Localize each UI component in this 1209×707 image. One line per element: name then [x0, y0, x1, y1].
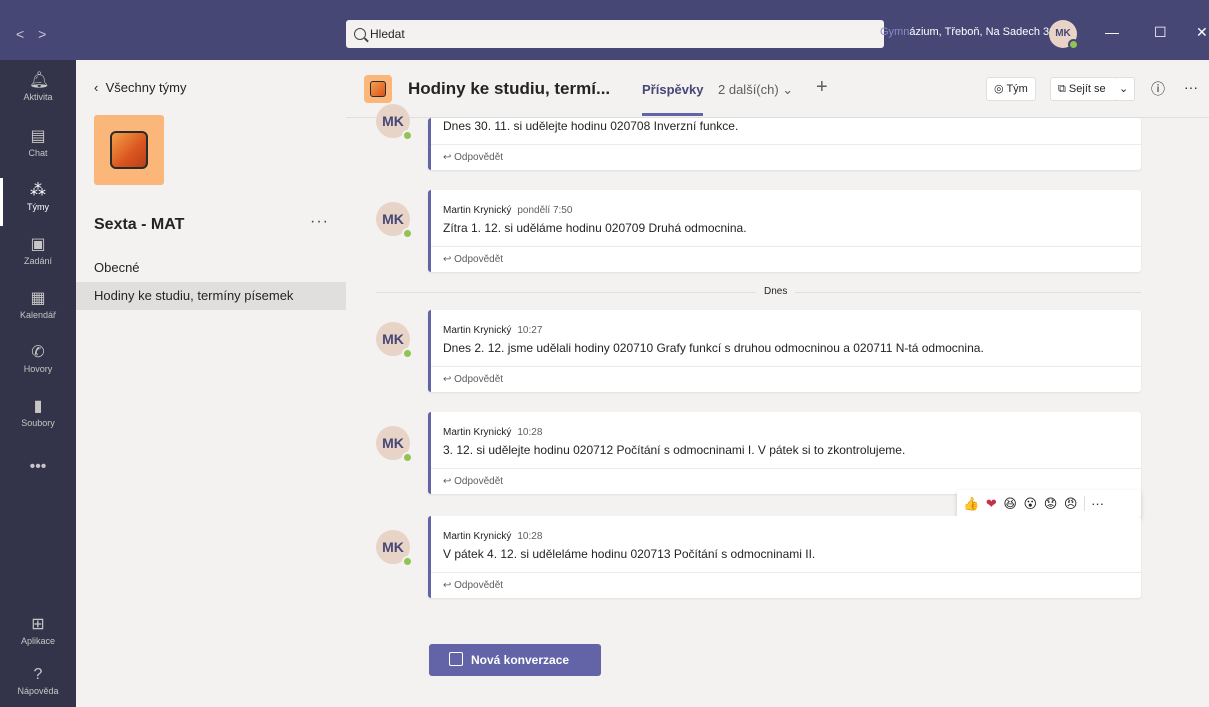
post-card: Martin Krynický pondělí 7:50 Zítra 1. 12.…: [428, 190, 1141, 272]
rail-item-calendar[interactable]: ▦ Kalendář: [0, 282, 76, 334]
avatar[interactable]: MK: [376, 322, 413, 359]
sad-icon[interactable]: 😟: [1044, 496, 1058, 511]
team-button[interactable]: ◎ Tým: [986, 77, 1036, 101]
presence-icon: [402, 348, 413, 359]
reply-button[interactable]: ↩ Odpovědět: [431, 366, 1141, 392]
post-text: Zítra 1. 12. si uděláme hodinu 020709 Dr…: [443, 221, 747, 235]
more-actions-icon[interactable]: ···: [1084, 496, 1105, 511]
presence-icon: [1068, 39, 1079, 50]
search-icon: [354, 28, 366, 40]
channel-item[interactable]: Obecné: [76, 254, 346, 282]
rail-more-button[interactable]: •••: [0, 450, 76, 502]
phone-icon: ✆: [31, 344, 45, 361]
team-name: Sexta - MAT: [94, 216, 185, 233]
post-time: 10:28: [517, 427, 543, 438]
presence-icon: [402, 130, 413, 141]
avatar[interactable]: MK: [376, 530, 413, 567]
app-rail: 🔔︎ Aktivita ▤ Chat ⁂ Týmy ▣ Zadání ▦ Kal…: [0, 60, 76, 707]
maximize-icon[interactable]: ☐: [1154, 24, 1167, 41]
post-author[interactable]: Martin Krynický: [443, 205, 511, 216]
channel-view: Hodiny ke studiu, termí... Příspěvky 2 d…: [346, 60, 1209, 707]
post-author[interactable]: Martin Krynický: [443, 325, 511, 336]
heart-icon[interactable]: ❤: [986, 496, 997, 511]
files-icon: ▮: [33, 398, 43, 415]
video-icon: ⧉: [1058, 83, 1069, 95]
title-bar: <> Hledat Gymnázium, Třeboň, Na Sadech 3…: [0, 0, 1209, 60]
org-name[interactable]: Gymnázium, Třeboň, Na Sadech 308: [880, 26, 1061, 38]
rail-item-files[interactable]: ▮ Soubory: [0, 390, 76, 442]
rail-item-chat[interactable]: ▤ Chat: [0, 120, 76, 172]
new-conversation-button[interactable]: Nová konverzace: [429, 644, 601, 676]
post-card: Martin Krynický 10:28 V pátek 4. 12. si u…: [428, 516, 1141, 598]
meet-dropdown[interactable]: ⌄: [1115, 77, 1135, 101]
like-icon[interactable]: 👍: [963, 496, 979, 511]
tab-more[interactable]: 2 další(ch) ⌄: [718, 82, 793, 98]
more-icon: •••: [29, 458, 47, 475]
avatar[interactable]: MK: [376, 426, 413, 463]
channel-item-selected[interactable]: Hodiny ke studiu, termíny písemek: [76, 282, 346, 310]
reply-button[interactable]: ↩ Odpovědět: [431, 246, 1141, 272]
search-placeholder: Hledat: [370, 27, 405, 41]
date-divider-label: Dnes: [756, 286, 796, 297]
reply-button[interactable]: ↩ Odpovědět: [431, 144, 1141, 170]
post-author[interactable]: Martin Krynický: [443, 427, 511, 438]
team-logo: [94, 115, 164, 185]
rail-item-teams[interactable]: ⁂ Týmy: [0, 174, 76, 226]
avatar[interactable]: MK: [376, 202, 413, 239]
profile-avatar[interactable]: MK: [1049, 20, 1079, 50]
post-card: Dnes 30. 11. si udělejte hodinu 020708 I…: [428, 118, 1141, 170]
add-tab-button[interactable]: +: [816, 76, 828, 99]
post-text: Dnes 2. 12. jsme udělali hodiny 020710 G…: [443, 341, 984, 355]
rail-item-activity[interactable]: 🔔︎ Aktivita: [0, 64, 76, 116]
bell-icon: 🔔︎: [29, 72, 50, 89]
channel-logo: [364, 75, 392, 103]
post-time: 10:27: [517, 325, 543, 336]
help-icon: ?: [33, 666, 43, 683]
post-text: V pátek 4. 12. si uděleláme hodinu 02071…: [443, 547, 816, 561]
back-to-teams[interactable]: ‹ Všechny týmy: [94, 80, 187, 95]
rail-item-apps[interactable]: ⊞ Aplikace: [0, 608, 76, 660]
reaction-bar: 👍 ❤ 😆 😮 😟 😠 ···: [957, 490, 1141, 518]
post-card: Martin Krynický 10:27 Dnes 2. 12. jsme ud…: [428, 310, 1141, 392]
calendar-icon: ▦: [30, 290, 46, 307]
tab-posts[interactable]: Příspěvky: [642, 82, 704, 116]
teams-icon: ⁂: [30, 182, 46, 199]
team-more-button[interactable]: ···: [310, 213, 329, 231]
minimize-icon[interactable]: —: [1105, 24, 1119, 40]
post-time: 10:28: [517, 531, 543, 542]
presence-icon: [402, 452, 413, 463]
apps-icon: ⊞: [31, 616, 45, 633]
reply-button[interactable]: ↩ Odpovědět: [431, 572, 1141, 598]
presence-icon: [402, 228, 413, 239]
post-text: Dnes 30. 11. si udělejte hodinu 020708 I…: [443, 119, 739, 133]
post-card: Martin Krynický 10:28 3. 12. si udělejte …: [428, 412, 1141, 494]
team-panel: ‹ Všechny týmy Sexta - MAT ··· Obecné Ho…: [76, 60, 346, 707]
chat-icon: ▤: [30, 128, 46, 145]
surprised-icon[interactable]: 😮: [1024, 496, 1038, 511]
close-icon[interactable]: ✕: [1196, 24, 1208, 41]
search-input[interactable]: Hledat: [346, 20, 884, 48]
rail-item-help[interactable]: ? Nápověda: [0, 658, 76, 707]
info-icon[interactable]: ⓘ: [1151, 79, 1165, 99]
history-nav[interactable]: <>: [16, 26, 60, 42]
presence-icon: [402, 556, 413, 567]
channel-title: Hodiny ke studiu, termí...: [408, 79, 611, 98]
angry-icon[interactable]: 😠: [1064, 496, 1078, 511]
post-text: 3. 12. si udělejte hodinu 020712 Počítán…: [443, 443, 906, 457]
post-time: pondělí 7:50: [517, 205, 573, 216]
post-author[interactable]: Martin Krynický: [443, 531, 511, 542]
rail-item-assignments[interactable]: ▣ Zadání: [0, 228, 76, 280]
compose-icon: [449, 652, 463, 666]
assignments-icon: ▣: [30, 236, 46, 253]
avatar[interactable]: MK: [376, 104, 413, 141]
laugh-icon[interactable]: 😆: [1003, 496, 1017, 511]
rail-item-calls[interactable]: ✆ Hovory: [0, 336, 76, 388]
more-options-icon[interactable]: ···: [1184, 79, 1198, 95]
channel-header: Hodiny ke studiu, termí... Příspěvky 2 d…: [346, 60, 1209, 118]
chevron-left-icon: ‹: [94, 80, 99, 95]
